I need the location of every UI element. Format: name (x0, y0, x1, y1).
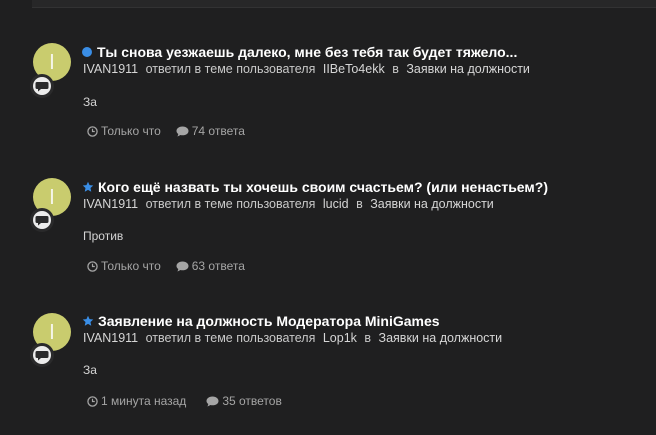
topic-user-link[interactable]: lucid (323, 197, 349, 211)
forum-link[interactable]: Заявки на должности (370, 197, 494, 211)
time-stat[interactable]: Только что (87, 124, 161, 138)
replies-stat[interactable]: 35 ответов (206, 394, 282, 408)
activity-stats: 1 минута назад 35 ответов (87, 394, 282, 408)
time-stat[interactable]: 1 минута назад (87, 394, 186, 408)
preposition-text: в (364, 331, 372, 345)
clock-icon (87, 260, 98, 272)
star-icon (82, 315, 94, 326)
forum-link[interactable]: Заявки на должности (379, 331, 503, 345)
activity-item: I Заявление на должность Модератора Mini… (0, 0, 656, 408)
topic-title[interactable]: Кого ещё назвать ты хочешь своим счастье… (98, 179, 548, 195)
replies-text: 35 ответов (222, 394, 282, 408)
comment-icon (176, 261, 189, 271)
clock-icon (87, 395, 98, 407)
time-text: Только что (101, 124, 161, 138)
preposition-text: в (356, 197, 363, 211)
comment-icon (176, 126, 189, 136)
post-snippet: За (83, 363, 97, 377)
time-text: Только что (101, 259, 161, 273)
activity-meta: IVAN1911 ответил в теме пользователя luc… (83, 197, 494, 211)
author-link[interactable]: IVAN1911 (83, 197, 138, 211)
activity-meta: IVAN1911 ответил в теме пользователя Lop… (83, 331, 502, 345)
avatar-letter: I (49, 320, 55, 344)
topic-title[interactable]: Заявление на должность Модератора MiniGa… (98, 313, 440, 329)
chat-bubble-icon (35, 351, 49, 361)
replies-text: 63 ответа (191, 259, 245, 273)
action-text: ответил в теме пользователя (145, 197, 316, 211)
activity-stats: Только что 63 ответа (87, 259, 245, 273)
author-link[interactable]: IVAN1911 (83, 331, 138, 345)
replies-text: 74 ответа (191, 124, 245, 138)
avatar-letter: I (49, 185, 55, 209)
reply-badge (30, 343, 54, 367)
clock-icon (87, 125, 98, 137)
time-stat[interactable]: Только что (87, 259, 161, 273)
replies-stat[interactable]: 74 ответа (176, 124, 245, 138)
post-snippet: Против (83, 229, 124, 243)
comment-icon (206, 396, 219, 406)
reply-badge (30, 208, 54, 232)
action-text: ответил в теме пользователя (145, 331, 316, 345)
replies-stat[interactable]: 63 ответа (176, 259, 245, 273)
time-text: 1 минута назад (101, 394, 187, 408)
chat-bubble-icon (35, 216, 49, 226)
star-icon (82, 181, 94, 192)
activity-stats: Только что 74 ответа (87, 124, 245, 138)
topic-user-link[interactable]: Lop1k (323, 331, 357, 345)
